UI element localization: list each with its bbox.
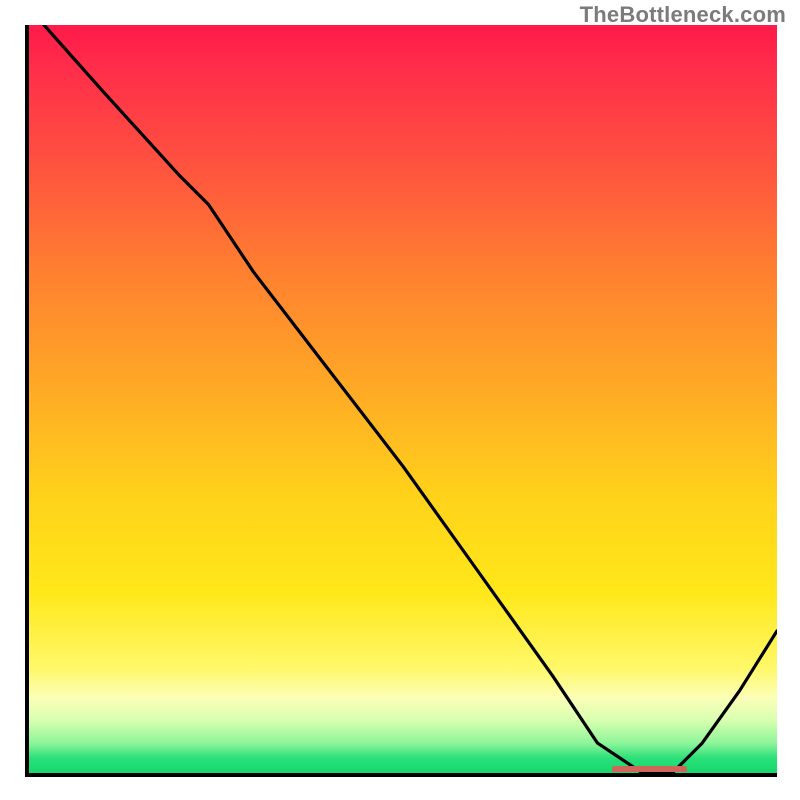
bottleneck-curve — [29, 25, 777, 773]
plot-area — [25, 25, 777, 777]
chart-container: TheBottleneck.com — [0, 0, 800, 800]
optimal-range-marker — [612, 766, 687, 772]
